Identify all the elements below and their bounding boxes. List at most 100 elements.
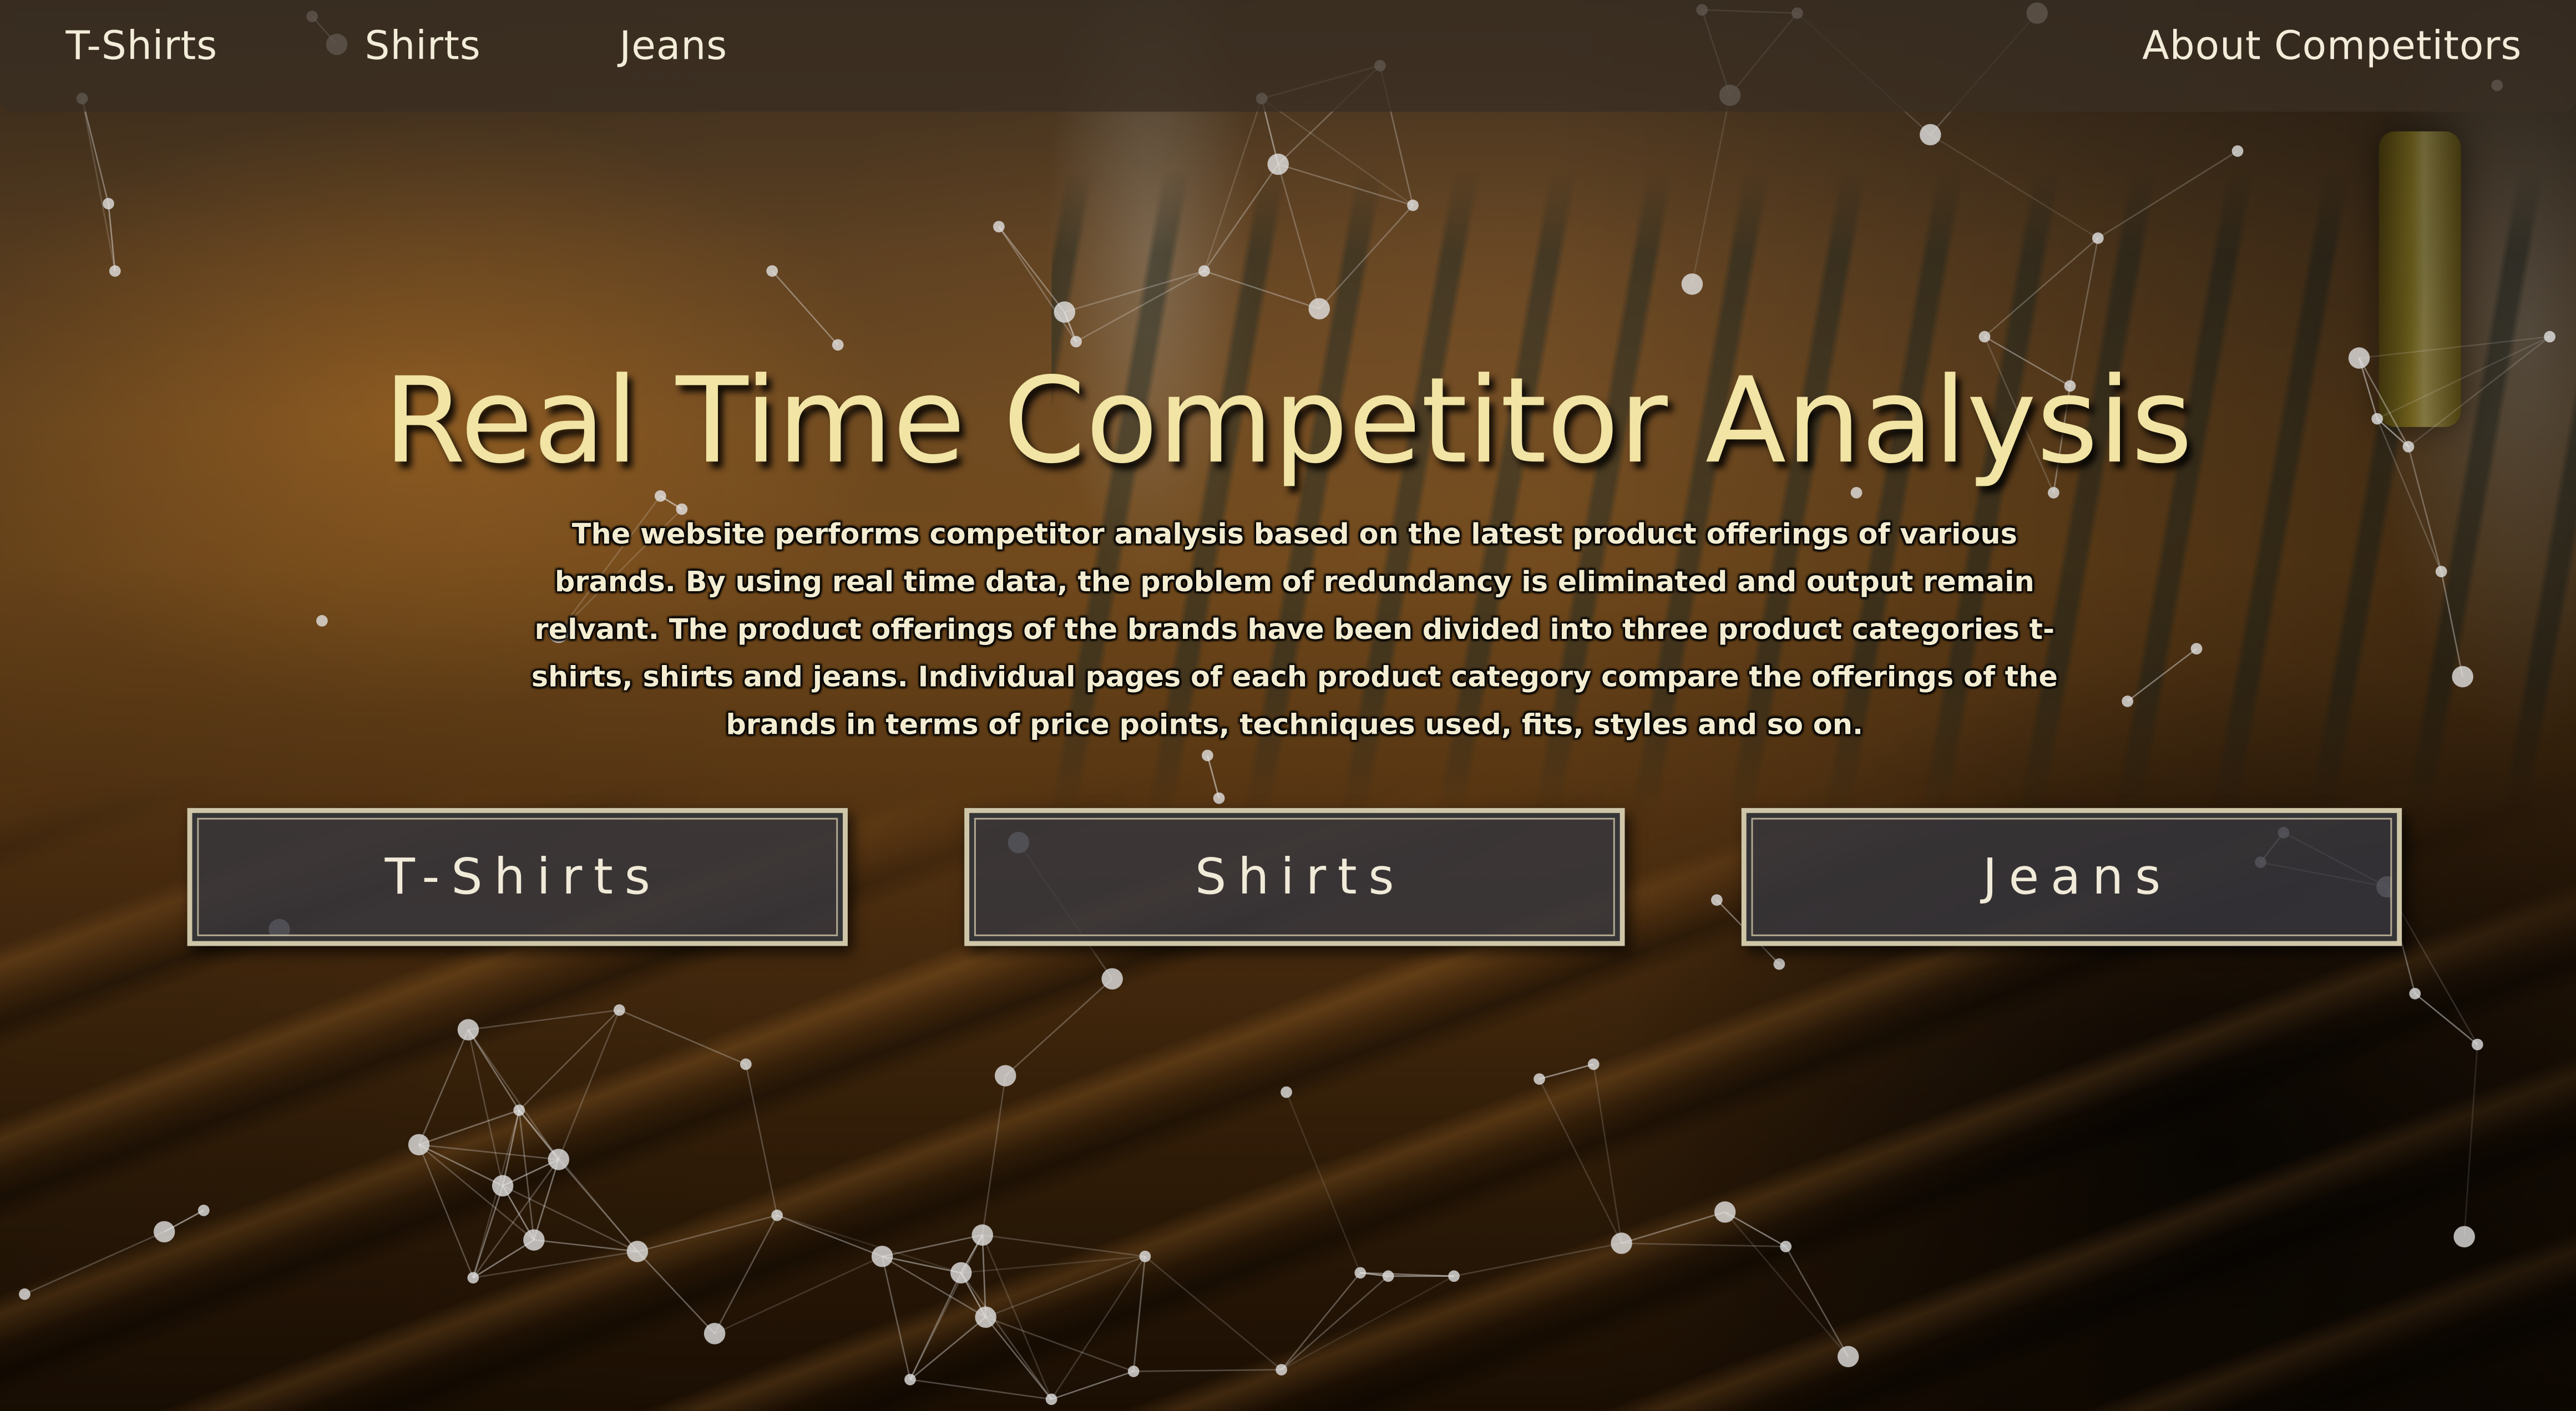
- network-line: [2097, 150, 2238, 239]
- network-line: [1051, 1371, 1134, 1400]
- network-line: [1203, 98, 1263, 272]
- network-line: [636, 1251, 716, 1334]
- network-node: [1681, 273, 1703, 295]
- jeans-button[interactable]: Jeans: [1741, 808, 2402, 946]
- network-node: [1276, 1364, 1288, 1376]
- network-node: [1213, 792, 1225, 804]
- network-node: [2092, 232, 2104, 244]
- network-node: [1710, 894, 1723, 906]
- network-node: [971, 1224, 993, 1246]
- network-line: [777, 1214, 883, 1257]
- network-line: [982, 1234, 1146, 1257]
- network-line: [1281, 1272, 1361, 1371]
- network-node: [832, 339, 844, 351]
- network-line: [1621, 1242, 1786, 1247]
- network-node: [626, 1241, 649, 1262]
- network-line: [619, 1009, 746, 1065]
- network-node: [1534, 1073, 1545, 1085]
- network-line: [1133, 1369, 1282, 1372]
- network-node: [316, 615, 328, 627]
- network-line: [2440, 571, 2463, 677]
- network-line: [1277, 164, 1320, 309]
- nav-link-about-competitors[interactable]: About Competitors: [2142, 23, 2522, 69]
- network-line: [418, 1029, 469, 1145]
- network-line: [467, 1029, 504, 1186]
- network-line: [558, 1009, 620, 1160]
- network-node: [548, 1149, 570, 1170]
- network-line: [1724, 1211, 1849, 1357]
- network-line: [472, 1185, 504, 1278]
- network-line: [418, 1109, 520, 1146]
- network-node: [1780, 1241, 1792, 1252]
- network-line: [418, 1144, 559, 1160]
- network-line: [24, 1231, 165, 1295]
- tshirts-button[interactable]: T-Shirts: [187, 808, 848, 946]
- network-line: [1286, 1092, 1362, 1273]
- network-line: [1203, 164, 1279, 272]
- network-line: [1064, 270, 1205, 313]
- network-line: [777, 1214, 961, 1274]
- network-node: [1267, 153, 1289, 175]
- network-node: [904, 1373, 916, 1385]
- network-node: [109, 265, 121, 277]
- network-line: [1621, 1211, 1725, 1244]
- network-line: [713, 1215, 778, 1334]
- network-node: [2231, 145, 2244, 157]
- network-line: [1454, 1242, 1622, 1277]
- network-line: [881, 1256, 911, 1380]
- nav-link-tshirts[interactable]: T-Shirts: [65, 23, 217, 69]
- network-line: [882, 1234, 983, 1257]
- network-node: [1587, 1058, 1600, 1070]
- network-line: [1050, 1256, 1146, 1400]
- network-line: [771, 270, 839, 346]
- network-line: [1281, 1275, 1389, 1371]
- network-node: [103, 197, 114, 210]
- nav-link-shirts[interactable]: Shirts: [365, 23, 480, 69]
- network-node: [513, 1104, 525, 1116]
- network-line: [418, 1144, 474, 1278]
- network-line: [2414, 993, 2478, 1045]
- network-node: [654, 490, 666, 502]
- network-line: [1281, 1275, 1455, 1371]
- network-node: [1773, 958, 1785, 970]
- network-line: [1075, 270, 1205, 343]
- network-line: [502, 1185, 638, 1252]
- network-node: [1920, 124, 1941, 146]
- network-node: [1139, 1250, 1151, 1262]
- network-node: [2453, 1226, 2475, 1247]
- network-line: [518, 1009, 620, 1111]
- network-node: [994, 1065, 1016, 1087]
- nav-link-jeans[interactable]: Jeans: [619, 23, 727, 69]
- network-line: [998, 226, 1065, 313]
- network-node: [771, 1209, 783, 1221]
- network-node: [1127, 1366, 1140, 1377]
- shirts-button-label: Shirts: [1195, 848, 1406, 906]
- network-line: [909, 1272, 962, 1380]
- network-line: [2463, 1044, 2478, 1237]
- network-node: [613, 1004, 625, 1016]
- network-node: [950, 1262, 972, 1284]
- network-node: [408, 1134, 430, 1156]
- network-node: [19, 1288, 31, 1300]
- network-node: [2409, 988, 2421, 999]
- network-node: [740, 1058, 752, 1070]
- network-node: [2452, 666, 2473, 688]
- network-node: [1070, 336, 1082, 348]
- network-node: [1045, 1393, 1057, 1405]
- network-line: [1785, 1246, 1849, 1357]
- network-node: [2435, 566, 2447, 577]
- network-node: [1354, 1267, 1367, 1279]
- network-line: [714, 1256, 883, 1334]
- network-node: [2122, 696, 2133, 707]
- network-node: [1101, 968, 1123, 990]
- network-node: [1198, 265, 1210, 277]
- network-node: [198, 1204, 210, 1216]
- hero-description: The website performs competitor analysis…: [531, 519, 2058, 743]
- shirts-button[interactable]: Shirts: [964, 808, 1625, 946]
- network-line: [1984, 237, 2099, 338]
- network-line: [1691, 95, 1731, 285]
- network-node: [871, 1245, 893, 1267]
- network-node: [766, 265, 778, 277]
- network-node: [1448, 1270, 1460, 1282]
- network-line: [1132, 1256, 1146, 1372]
